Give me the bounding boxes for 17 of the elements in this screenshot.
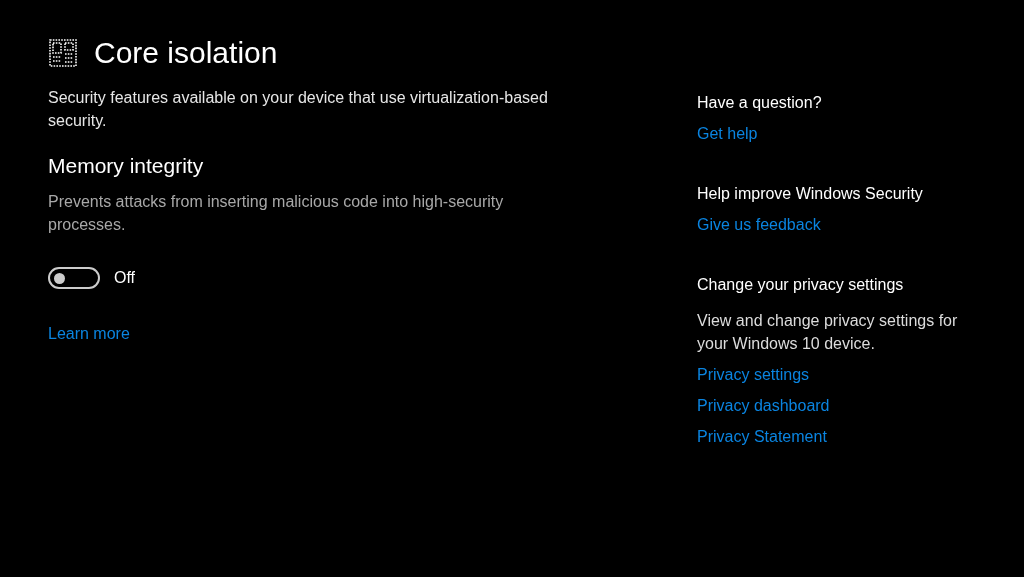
sidebar-link[interactable]: Privacy Statement bbox=[697, 426, 827, 448]
sidebar-link[interactable]: Give us feedback bbox=[697, 214, 821, 236]
page-title: Core isolation bbox=[94, 35, 278, 71]
sidebar-link[interactable]: Get help bbox=[697, 123, 758, 145]
sidebar-heading: Change your privacy settings bbox=[697, 275, 905, 295]
sidebar-heading: Have a question? bbox=[697, 93, 823, 113]
sidebar-description: View and change privacy settings for your Windows 10 device. bbox=[697, 311, 959, 354]
sidebar-heading: Help improve Windows Security bbox=[697, 184, 924, 204]
feature-description: Prevents attacks from inserting malicious code into high-security processes. bbox=[48, 192, 505, 235]
toggle-switch[interactable] bbox=[48, 267, 100, 289]
sidebar-link[interactable]: Privacy settings bbox=[697, 364, 810, 386]
sidebar-link[interactable]: Privacy dashboard bbox=[697, 395, 830, 417]
section-title: Memory integrity bbox=[48, 153, 205, 179]
core-isolation-icon bbox=[48, 38, 78, 68]
learn-more-link[interactable]: Learn more bbox=[48, 322, 130, 346]
page-description: Security features available on your device that use virtualization-based security. bbox=[48, 88, 549, 131]
toggle-label: Off bbox=[114, 268, 136, 288]
